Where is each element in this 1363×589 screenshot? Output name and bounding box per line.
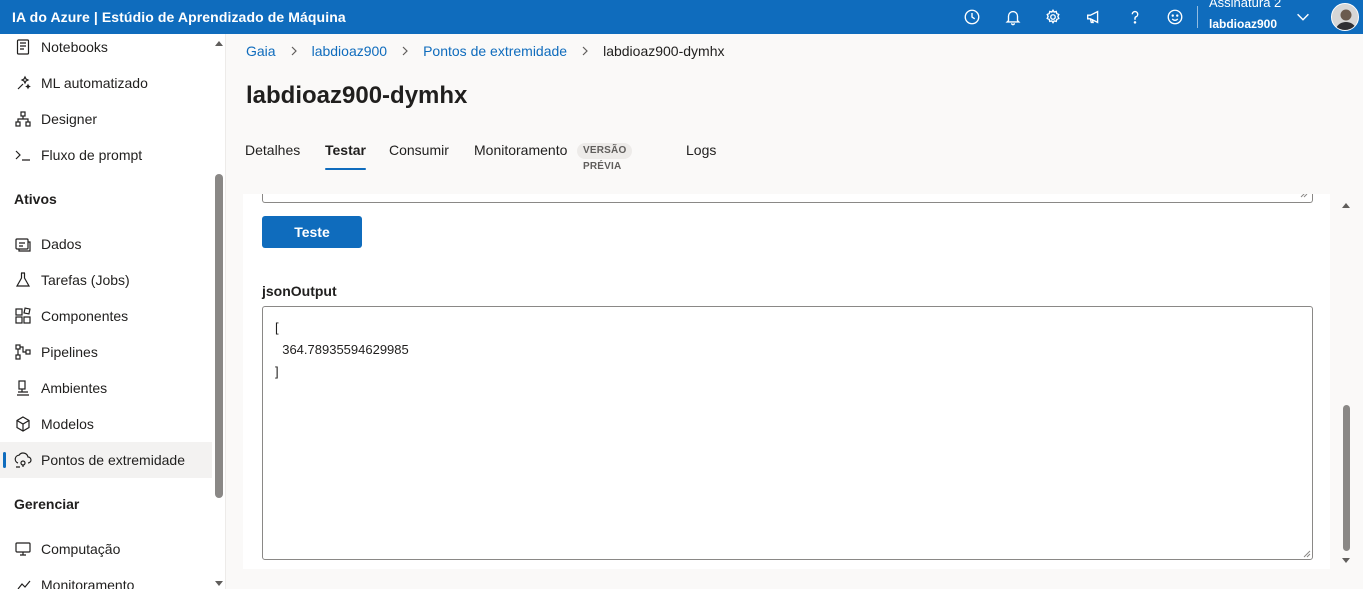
gear-icon[interactable]	[1033, 0, 1074, 34]
main-content: Gaia labdioaz900 Pontos de extremidade l…	[227, 34, 1363, 589]
topbar-divider	[1197, 6, 1198, 28]
nav-label: Monitoramento	[41, 577, 135, 589]
test-button[interactable]: Teste	[262, 216, 362, 248]
active-indicator	[3, 452, 6, 468]
preview-badge: VERSÃO PRÉVIA	[577, 143, 633, 172]
models-icon	[16, 416, 30, 432]
components-icon	[15, 307, 31, 324]
workspace-name: labdioaz900	[1209, 17, 1278, 31]
nav-label: Pontos de extremidade	[41, 452, 185, 468]
account-switcher[interactable]: Assinatura 2 labdioaz900	[1209, 0, 1299, 34]
nav-notebooks[interactable]: Notebooks	[0, 34, 212, 65]
smiley-icon[interactable]	[1155, 0, 1196, 34]
nav-compute[interactable]: Computação	[0, 531, 212, 567]
nav-label: Dados	[41, 236, 82, 252]
nav-label: Componentes	[41, 308, 129, 324]
tab-test[interactable]: Testar	[325, 134, 366, 170]
nav-environments[interactable]: Ambientes	[0, 370, 212, 406]
scroll-down-arrow-icon[interactable]	[1341, 556, 1351, 566]
designer-icon	[15, 111, 31, 127]
bell-icon[interactable]	[993, 0, 1034, 34]
nav-prompt-flow[interactable]: Fluxo de prompt	[0, 137, 212, 173]
breadcrumb-endpoints[interactable]: Pontos de extremidade	[423, 43, 567, 59]
nav-label: Ambientes	[41, 380, 108, 396]
resize-handle-icon[interactable]	[1303, 550, 1311, 558]
tab-consume[interactable]: Consumir	[389, 134, 449, 170]
chevron-right-icon	[582, 46, 588, 56]
nav-automl[interactable]: ML automatizado	[0, 65, 212, 101]
automl-icon	[17, 75, 31, 90]
chevron-right-icon	[291, 46, 297, 56]
environments-icon	[17, 380, 29, 396]
left-navigation: Notebooks ML automatizado Designer Fluxo…	[0, 34, 226, 589]
pipelines-icon	[15, 344, 31, 360]
json-output-field[interactable]: [ 364.78935594629985 ]	[262, 306, 1313, 560]
nav-designer[interactable]: Designer	[0, 101, 212, 137]
scroll-up-arrow-icon[interactable]	[214, 38, 224, 48]
nav-label: Notebooks	[41, 39, 108, 55]
tab-logs[interactable]: Logs	[686, 134, 716, 170]
nav-label: Computação	[41, 541, 121, 557]
nav-monitoring[interactable]: Monitoramento	[0, 567, 212, 589]
compute-icon	[15, 542, 31, 556]
flask-icon	[15, 272, 31, 287]
app-title[interactable]: IA do Azure | Estúdio de Aprendizado de …	[0, 9, 346, 25]
nav-pipelines[interactable]: Pipelines	[0, 334, 212, 370]
sidebar-scrollbar[interactable]	[214, 34, 224, 589]
output-label: jsonOutput	[262, 283, 337, 299]
test-panel: Teste jsonOutput [ 364.78935594629985 ]	[243, 194, 1330, 569]
breadcrumb: Gaia labdioaz900 Pontos de extremidade l…	[246, 42, 724, 60]
nav-jobs[interactable]: Tarefas (Jobs)	[0, 262, 212, 298]
nav-components[interactable]: Componentes	[0, 298, 212, 334]
help-icon[interactable]	[1114, 0, 1155, 34]
data-icon	[15, 238, 31, 252]
breadcrumb-current: labdioaz900-dymhx	[603, 43, 725, 59]
top-bar: IA do Azure | Estúdio de Aprendizado de …	[0, 0, 1363, 34]
tab-monitoring[interactable]: Monitoramento	[474, 134, 567, 170]
avatar[interactable]	[1331, 3, 1359, 31]
nav-label: Fluxo de prompt	[41, 147, 143, 163]
chevron-right-icon	[402, 46, 408, 56]
nav-models[interactable]: Modelos	[0, 406, 212, 442]
endpoints-icon	[14, 452, 32, 468]
breadcrumb-workspace[interactable]: labdioaz900	[312, 43, 388, 59]
megaphone-icon[interactable]	[1074, 0, 1115, 34]
monitoring-icon	[17, 580, 31, 589]
topbar-icons	[952, 0, 1196, 34]
notebook-icon	[16, 39, 30, 55]
content-scrollbar[interactable]	[1340, 193, 1352, 569]
tab-details[interactable]: Detalhes	[245, 134, 300, 170]
nav-label: Tarefas (Jobs)	[41, 272, 130, 288]
scroll-up-arrow-icon[interactable]	[1341, 200, 1351, 210]
nav-label: Modelos	[41, 416, 94, 432]
clock-icon[interactable]	[952, 0, 993, 34]
scroll-down-arrow-icon[interactable]	[214, 579, 224, 589]
request-input-field[interactable]	[262, 194, 1313, 203]
prompt-flow-icon	[15, 150, 30, 161]
chevron-down-icon[interactable]	[1294, 8, 1312, 26]
section-assets: Ativos	[14, 191, 57, 207]
content-scroll-thumb[interactable]	[1343, 405, 1350, 551]
page-title: labdioaz900-dymhx	[246, 82, 468, 109]
nav-data[interactable]: Dados	[0, 226, 212, 262]
breadcrumb-home[interactable]: Gaia	[246, 43, 276, 59]
section-manage: Gerenciar	[14, 496, 80, 512]
nav-label: Designer	[41, 111, 98, 127]
sidebar-scroll-thumb[interactable]	[215, 174, 223, 498]
nav-label: Pipelines	[41, 344, 98, 360]
subscription-name: Assinatura 2	[1209, 0, 1282, 10]
nav-label: ML automatizado	[41, 75, 148, 91]
resize-handle-icon[interactable]	[1300, 194, 1308, 198]
nav-endpoints[interactable]: Pontos de extremidade	[0, 442, 212, 478]
